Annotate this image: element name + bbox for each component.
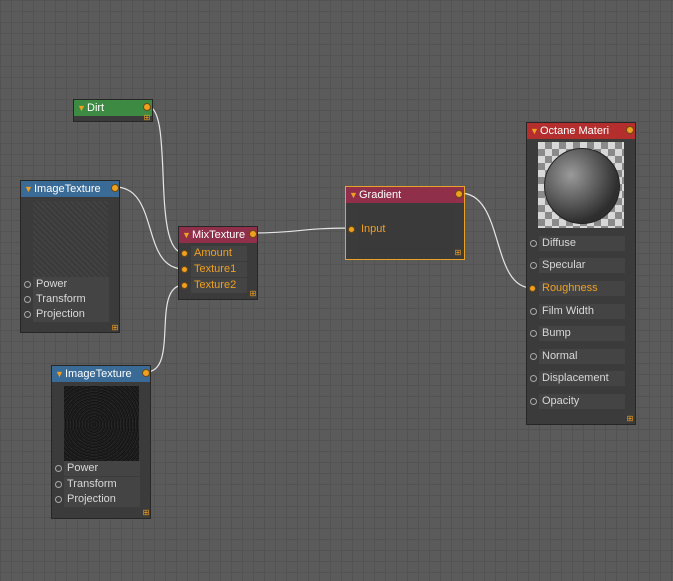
diffuse-input-label: Diffuse	[542, 237, 577, 249]
specular-input-port[interactable]	[530, 262, 537, 269]
film-width-input-label: Film Width	[542, 305, 594, 317]
image-texture-1-header[interactable]: ▼ ImageTexture	[21, 181, 119, 197]
input-row-normal[interactable]: Normal	[527, 349, 635, 364]
dirt-node-header[interactable]: ▼ Dirt	[74, 100, 152, 116]
input-port[interactable]	[348, 226, 355, 233]
resize-handle-icon[interactable]: ⊞	[143, 114, 151, 122]
input-row-texture2[interactable]: Texture2	[179, 278, 257, 293]
collapse-triangle-icon[interactable]: ▼	[24, 181, 33, 197]
input-row-amount[interactable]: Amount	[179, 246, 257, 261]
input-row-bump[interactable]: Bump	[527, 326, 635, 341]
resize-handle-icon[interactable]: ⊞	[626, 415, 634, 423]
power-input-port[interactable]	[24, 281, 31, 288]
input-row-power[interactable]: Power	[21, 277, 119, 292]
resize-handle-icon[interactable]: ⊞	[111, 324, 119, 332]
mix-texture-node[interactable]: ▼ MixTexture Amount Texture1 Texture2 ⊞	[178, 226, 258, 300]
bump-input-label: Bump	[542, 327, 571, 339]
texture1-input-label: Texture1	[194, 263, 237, 275]
amount-input-port[interactable]	[181, 250, 188, 257]
octane-material-title: Octane Materi	[540, 125, 610, 137]
wire-gradient-to-roughness	[459, 192, 533, 289]
mix-texture-title: MixTexture	[192, 229, 246, 241]
projection-input-port[interactable]	[24, 311, 31, 318]
texture-preview-thumbnail	[33, 201, 108, 279]
texture1-input-port[interactable]	[181, 266, 188, 273]
collapse-triangle-icon[interactable]: ▼	[182, 227, 191, 243]
transform-input-label: Transform	[36, 293, 86, 305]
input-label: Input	[361, 223, 386, 235]
input-row-power[interactable]: Power	[52, 461, 150, 476]
mix-texture-header[interactable]: ▼ MixTexture	[179, 227, 257, 243]
normal-input-port[interactable]	[530, 353, 537, 360]
power-input-label: Power	[36, 278, 68, 290]
input-row-transform[interactable]: Transform	[21, 292, 119, 307]
displacement-input-label: Displacement	[542, 372, 609, 384]
dirt-node[interactable]: ▼ Dirt ⊞	[73, 99, 153, 122]
material-preview-sphere	[538, 142, 624, 228]
projection-input-label: Projection	[36, 308, 85, 320]
amount-input-label: Amount	[194, 247, 232, 259]
input-row-roughness[interactable]: Roughness	[527, 281, 635, 296]
transform-input-label: Transform	[67, 478, 117, 490]
input-row-film-width[interactable]: Film Width	[527, 304, 635, 319]
input-row-projection[interactable]: Projection	[52, 492, 150, 507]
image-texture-node-2[interactable]: ▼ ImageTexture Power Transform Projectio…	[51, 365, 151, 519]
octane-material-node[interactable]: ▼ Octane Materi Diffuse Specular Roughne…	[526, 122, 636, 425]
texture2-input-port[interactable]	[181, 282, 188, 289]
texture2-input-label: Texture2	[194, 279, 237, 291]
displacement-input-port[interactable]	[530, 375, 537, 382]
resize-handle-icon[interactable]: ⊞	[454, 249, 462, 257]
input-row-transform[interactable]: Transform	[52, 477, 150, 492]
wire-image1-to-texture1	[114, 186, 185, 270]
collapse-triangle-icon[interactable]: ▼	[349, 187, 358, 203]
dirt-output-port[interactable]	[143, 103, 151, 111]
gradient-node[interactable]: ▼ Gradient Input ⊞	[345, 186, 465, 260]
collapse-triangle-icon[interactable]: ▼	[77, 100, 86, 116]
image-texture-2-title: ImageTexture	[65, 368, 132, 380]
input-row-input[interactable]: Input	[346, 222, 464, 237]
octane-material-header[interactable]: ▼ Octane Materi	[527, 123, 635, 139]
roughness-input-port[interactable]	[529, 285, 536, 292]
gradient-output-port[interactable]	[455, 190, 463, 198]
power-input-label: Power	[67, 462, 99, 474]
normal-input-label: Normal	[542, 350, 578, 362]
input-row-opacity[interactable]: Opacity	[527, 394, 635, 409]
texture-preview-thumbnail	[64, 386, 139, 463]
bump-input-port[interactable]	[530, 330, 537, 337]
diffuse-input-port[interactable]	[530, 240, 537, 247]
power-input-port[interactable]	[55, 465, 62, 472]
image-texture-node-1[interactable]: ▼ ImageTexture Power Transform Projectio…	[20, 180, 120, 333]
image-texture-1-title: ImageTexture	[34, 183, 101, 195]
mix-texture-output-port[interactable]	[249, 230, 257, 238]
opacity-input-port[interactable]	[530, 398, 537, 405]
octane-material-output-port[interactable]	[626, 126, 634, 134]
collapse-triangle-icon[interactable]: ▼	[55, 366, 64, 382]
input-row-displacement[interactable]: Displacement	[527, 371, 635, 386]
transform-input-port[interactable]	[55, 481, 62, 488]
gradient-header[interactable]: ▼ Gradient	[346, 187, 464, 203]
opacity-input-label: Opacity	[542, 395, 580, 407]
image-texture-2-header[interactable]: ▼ ImageTexture	[52, 366, 150, 382]
wire-mix-to-gradient-input	[252, 227, 352, 234]
input-row-texture1[interactable]: Texture1	[179, 262, 257, 277]
input-row-specular[interactable]: Specular	[527, 258, 635, 273]
input-row-projection[interactable]: Projection	[21, 307, 119, 322]
gradient-title: Gradient	[359, 189, 402, 201]
input-row-diffuse[interactable]: Diffuse	[527, 236, 635, 251]
dirt-node-title: Dirt	[87, 102, 105, 114]
resize-handle-icon[interactable]: ⊞	[249, 290, 257, 298]
resize-handle-icon[interactable]: ⊞	[142, 509, 150, 517]
collapse-triangle-icon[interactable]: ▼	[530, 123, 539, 139]
projection-input-port[interactable]	[55, 496, 62, 503]
image-texture-1-output-port[interactable]	[111, 184, 119, 192]
film-width-input-port[interactable]	[530, 308, 537, 315]
roughness-input-label: Roughness	[542, 282, 598, 294]
image-texture-2-output-port[interactable]	[142, 369, 150, 377]
specular-input-label: Specular	[542, 259, 586, 271]
transform-input-port[interactable]	[24, 296, 31, 303]
projection-input-label: Projection	[67, 493, 116, 505]
